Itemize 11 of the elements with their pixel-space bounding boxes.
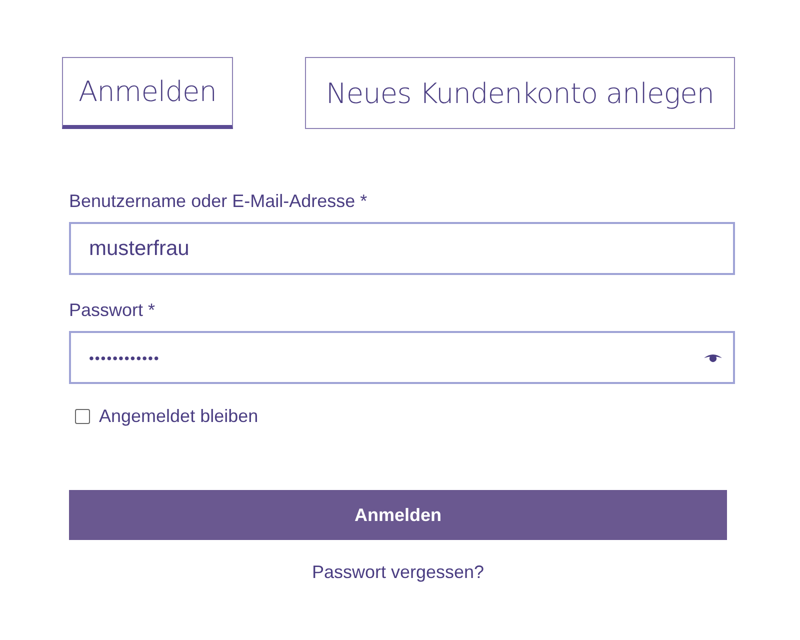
checkbox-label: Angemeldet bleiben: [99, 406, 258, 427]
field-label: Passwort *: [69, 300, 156, 321]
eye-icon[interactable]: [703, 352, 723, 362]
input-field[interactable]: musterfrau: [69, 222, 735, 275]
field-label: Benutzername oder E-Mail-Adresse *: [69, 191, 368, 212]
password-field[interactable]: ••••••••••••: [69, 331, 735, 384]
forgot-password-link[interactable]: Passwort vergessen?: [312, 562, 484, 582]
tab[interactable]: Anmelden: [62, 57, 233, 129]
login-button[interactable]: Anmelden: [69, 490, 727, 540]
tab[interactable]: Neues Kundenkonto anlegen: [305, 57, 735, 129]
checkbox[interactable]: [75, 409, 90, 424]
